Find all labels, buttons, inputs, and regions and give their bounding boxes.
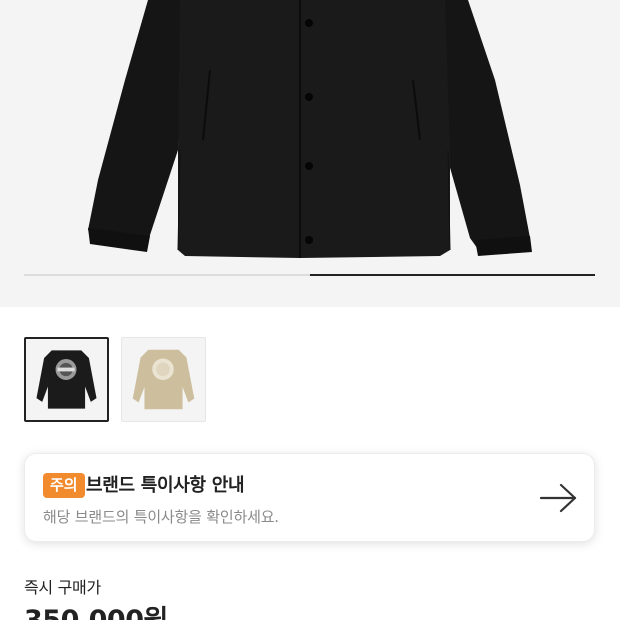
thumbnail-black[interactable]	[24, 337, 109, 422]
notice-description: 해당 브랜드의 특이사항을 확인하세요.	[43, 508, 279, 526]
black-jacket-thumbnail	[36, 350, 97, 409]
price-value: 350,000원	[24, 598, 168, 620]
arrow-right-icon[interactable]	[539, 482, 579, 514]
beige-jacket-thumbnail	[132, 349, 195, 410]
product-image-carousel[interactable]	[0, 0, 620, 307]
price-label: 즉시 구매가	[24, 578, 101, 597]
black-coach-jacket-image	[88, 0, 532, 258]
thumbnail-beige[interactable]	[121, 337, 206, 422]
brand-notice-card[interactable]: 주의 브랜드 특이사항 안내 해당 브랜드의 특이사항을 확인하세요.	[24, 453, 595, 542]
carousel-progress-bar	[24, 274, 595, 276]
warning-badge: 주의	[43, 473, 85, 498]
thumbnail-list	[24, 337, 206, 422]
carousel-progress-fill	[309, 274, 595, 276]
notice-title: 브랜드 특이사항 안내	[86, 475, 245, 496]
